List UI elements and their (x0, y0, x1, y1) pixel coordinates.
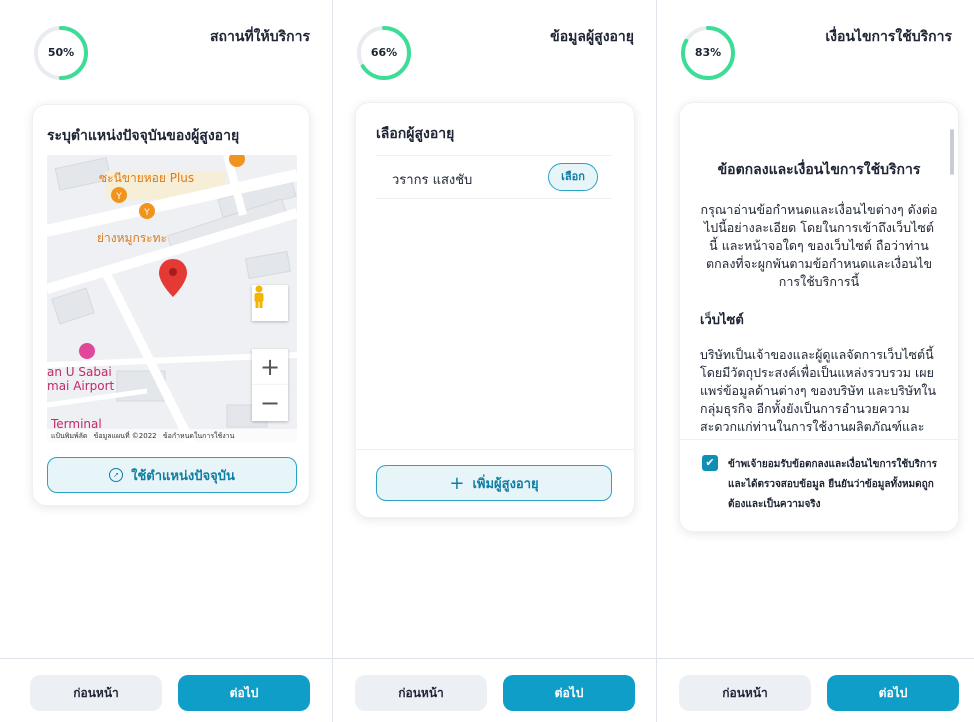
consent-checkbox[interactable]: ✔ (702, 455, 718, 471)
svg-text:Y: Y (143, 208, 150, 218)
keyboard-shortcuts-link[interactable]: แป้นพิมพ์ลัด (51, 432, 87, 440)
button-label: ใช้ตำแหน่งปัจจุบัน (131, 468, 235, 484)
map-view[interactable]: Y Y ซะนีขายหอย Plus ย่างหมูกระทะ an U Sa… (47, 155, 297, 443)
select-elder-button[interactable]: เลือก (548, 163, 598, 191)
step-header: 50% สถานที่ให้บริการ (0, 0, 332, 90)
zoom-in-button[interactable]: + (252, 349, 288, 385)
footer-nav: ก่อนหน้า ต่อไป (0, 658, 332, 722)
zoom-out-button[interactable]: − (252, 385, 288, 421)
pegman-icon[interactable] (252, 285, 288, 321)
add-elder-button[interactable]: + เพิ่มผู้สูงอายุ (376, 465, 612, 501)
step-title: เงื่อนไขการใช้บริการ (825, 29, 952, 45)
restaurant-icon: Y (111, 187, 127, 203)
location-card: ระบุตำแหน่งปัจจุบันของผู้สูงอายุ Y Y ซะน… (32, 104, 310, 506)
elder-name: วรากร แสงชับ (392, 173, 473, 188)
previous-button[interactable]: ก่อนหน้า (30, 675, 162, 711)
progress-label: 50% (47, 46, 75, 59)
card-title: ระบุตำแหน่งปัจจุบันของผู้สูงอายุ (47, 128, 240, 144)
map-place-label: ซะนีขายหอย Plus (99, 171, 195, 185)
terms-scroll-area[interactable]: ข้อตกลงและเงื่อนไขการใช้บริการ กรุณาอ่าน… (680, 103, 958, 439)
previous-button[interactable]: ก่อนหน้า (679, 675, 811, 711)
map-attribution: แป้นพิมพ์ลัด ข้อมูลแผนที่ ©2022 ข้อกำหนด… (47, 429, 297, 443)
card-title: เลือกผู้สูงอายุ (376, 126, 455, 142)
next-button[interactable]: ต่อไป (178, 675, 310, 711)
plus-icon: + (449, 472, 465, 494)
terms-card: ข้อตกลงและเงื่อนไขการใช้บริการ กรุณาอ่าน… (679, 102, 959, 532)
step-header: 83% เงื่อนไขการใช้บริการ (657, 0, 974, 90)
button-label: เพิ่มผู้สูงอายุ (472, 476, 539, 492)
step-header: 66% ข้อมูลผู้สูงอายุ (333, 0, 656, 90)
consent-label[interactable]: ข้าพเจ้ายอมรับข้อตกลงและเงื่อนไขการใช้บร… (728, 455, 942, 515)
next-button[interactable]: ต่อไป (503, 675, 635, 711)
screen-elder-info: 66% ข้อมูลผู้สูงอายุ เลือกผู้สูงอายุ วรา… (333, 0, 657, 722)
restaurant-icon: Y (139, 203, 155, 219)
scrollbar[interactable] (950, 129, 954, 175)
footer-nav: ก่อนหน้า ต่อไป (333, 658, 656, 722)
progress-label: 66% (370, 46, 398, 59)
map-terms-link[interactable]: ข้อกำหนดในการใช้งาน (163, 432, 235, 440)
svg-text:Y: Y (115, 192, 122, 202)
previous-button[interactable]: ก่อนหน้า (355, 675, 487, 711)
next-button[interactable]: ต่อไป (827, 675, 959, 711)
step-title: ข้อมูลผู้สูงอายุ (550, 29, 634, 45)
check-icon: ✔ (705, 456, 715, 469)
terms-subheading: เว็บไซต์ (700, 313, 744, 328)
terms-body: บริษัทเป็นเจ้าของและผู้ดูแลจัดการเว็บไซต… (700, 347, 937, 439)
screen-terms: 83% เงื่อนไขการใช้บริการ ข้อตกลงและเงื่อ… (657, 0, 974, 722)
list-item: วรากร แสงชับ เลือก (376, 155, 612, 199)
compass-icon: ➚ (109, 468, 124, 482)
map-data-credit: ข้อมูลแผนที่ ©2022 (93, 432, 157, 440)
elder-select-card: เลือกผู้สูงอายุ วรากร แสงชับ เลือก + เพิ… (355, 102, 635, 518)
map-place-label: ย่างหมูกระทะ (97, 231, 167, 245)
map-place-label: an U Sabai (47, 365, 112, 379)
terms-title: ข้อตกลงและเงื่อนไขการใช้บริการ (717, 162, 921, 178)
divider (356, 449, 634, 450)
terms-intro: กรุณาอ่านข้อกำหนดและเงื่อนไขต่างๆ ดังต่อ… (700, 202, 938, 289)
footer-nav: ก่อนหน้า ต่อไป (657, 658, 974, 722)
divider (680, 439, 958, 440)
progress-label: 83% (694, 46, 722, 59)
hotel-icon (79, 343, 95, 359)
step-title: สถานที่ให้บริการ (209, 29, 310, 45)
use-current-location-button[interactable]: ➚ ใช้ตำแหน่งปัจจุบัน (47, 457, 297, 493)
map-place-label: mai Airport (47, 379, 115, 393)
screen-service-location: 50% สถานที่ให้บริการ ระบุตำแหน่งปัจจุบัน… (0, 0, 333, 722)
